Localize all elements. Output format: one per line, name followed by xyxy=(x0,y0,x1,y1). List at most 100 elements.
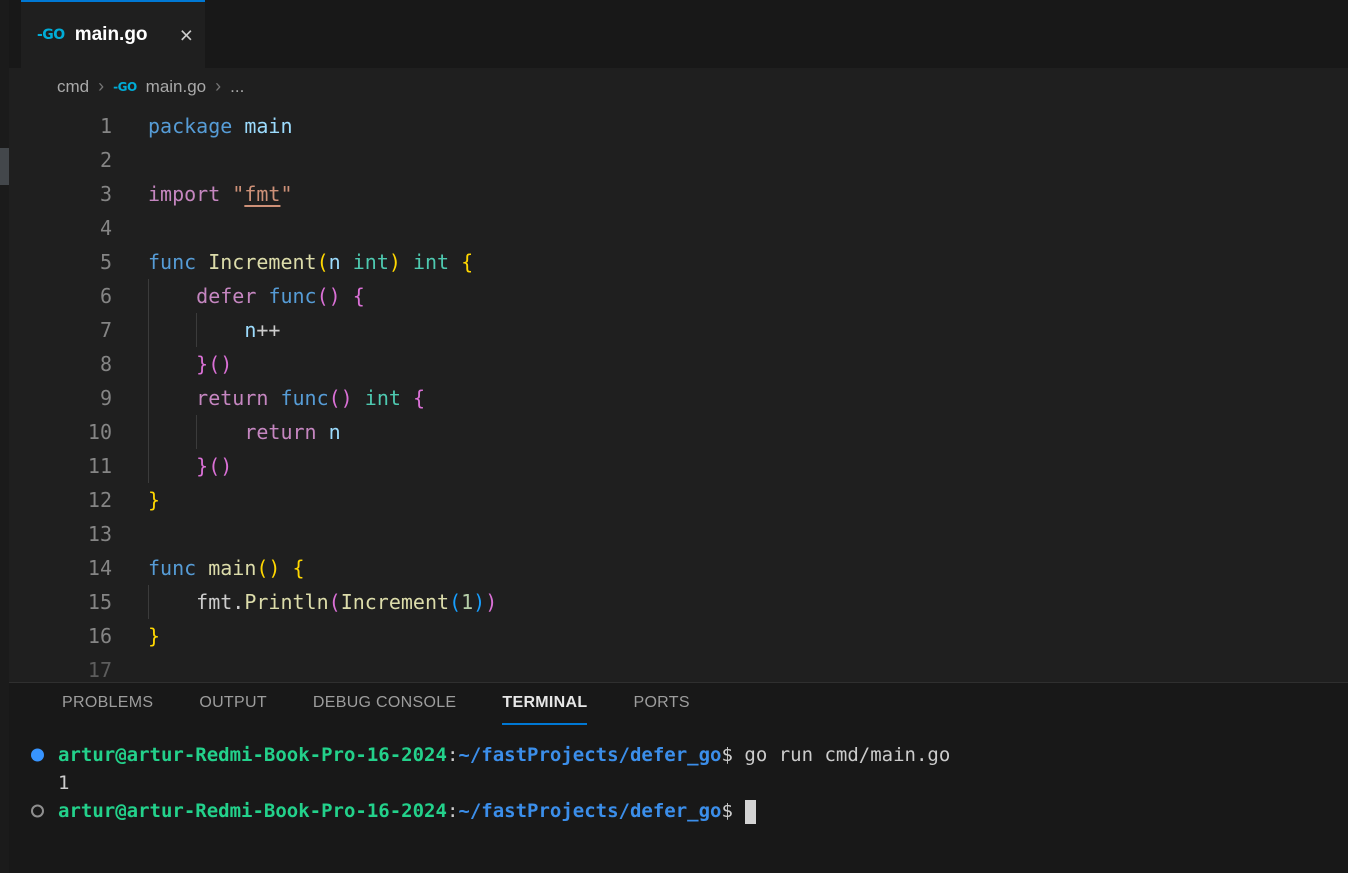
line-number[interactable]: 12 xyxy=(0,483,112,517)
go-file-icon: -GO xyxy=(113,79,137,94)
line-number[interactable]: 17 xyxy=(0,653,112,682)
line-number[interactable]: 15 xyxy=(0,585,112,619)
terminal[interactable]: artur@artur-Redmi-Book-Pro-16-2024:~/fas… xyxy=(0,725,1348,825)
terminal-line[interactable]: 1 xyxy=(0,769,1348,797)
code-text: } xyxy=(148,483,160,517)
code-token: Increment xyxy=(208,250,317,274)
code-text: defer func() { xyxy=(148,279,365,313)
command-decoration-icon[interactable] xyxy=(31,748,44,762)
code-token: ( xyxy=(316,250,329,274)
code-text: return n xyxy=(148,415,341,449)
line-number[interactable]: 8 xyxy=(0,347,112,381)
code-line[interactable]: 12} xyxy=(0,483,1348,517)
terminal-line[interactable]: artur@artur-Redmi-Book-Pro-16-2024:~/fas… xyxy=(0,797,1348,825)
code-token: " xyxy=(232,182,245,206)
terminal-text: : xyxy=(446,800,459,822)
terminal-text: ~/fastProjects/defer_go xyxy=(458,800,722,822)
panel-tab-debug-console[interactable]: DEBUG CONSOLE xyxy=(313,683,457,725)
vscode-window: -GO main.go × cmd › -GO main.go › ... 1 p… xyxy=(0,0,1348,873)
sash-handle[interactable] xyxy=(0,148,9,185)
breadcrumb: cmd › -GO main.go › ... xyxy=(0,68,1348,105)
terminal-text: artur@artur-Redmi-Book-Pro-16-2024 xyxy=(58,744,447,766)
code-line[interactable]: 9 return func() int { xyxy=(0,381,1348,415)
code-line[interactable]: 7 n++ xyxy=(0,313,1348,347)
code-line[interactable]: 4 xyxy=(0,211,1348,245)
line-number[interactable]: 1 xyxy=(0,109,112,143)
bottom-panel: PROBLEMS OUTPUT DEBUG CONSOLE TERMINAL PORTS… xyxy=(0,682,1348,873)
code-line[interactable]: 8 }() xyxy=(0,347,1348,381)
close-icon[interactable]: × xyxy=(180,23,193,47)
code-text: import "fmt" xyxy=(148,177,293,211)
panel-tab-ports[interactable]: PORTS xyxy=(633,683,689,725)
code-token: n xyxy=(244,318,257,342)
panel-tab-terminal[interactable]: TERMINAL xyxy=(502,683,588,725)
code-token: . xyxy=(232,590,245,614)
code-line[interactable]: 1 package main xyxy=(0,109,1348,143)
tab-label: main.go xyxy=(74,24,148,45)
code-line[interactable]: 14 func main() { xyxy=(0,551,1348,585)
panel-tab-problems[interactable]: PROBLEMS xyxy=(62,683,153,725)
code-token: defer xyxy=(196,284,257,308)
line-number[interactable]: 6 xyxy=(0,279,112,313)
terminal-line[interactable]: artur@artur-Redmi-Book-Pro-16-2024:~/fas… xyxy=(0,741,1348,769)
code-token: fmt xyxy=(244,182,281,206)
line-number[interactable]: 3 xyxy=(0,177,112,211)
code-line[interactable]: 17 xyxy=(0,653,1348,682)
code-line[interactable]: 16} xyxy=(0,619,1348,653)
code-line[interactable]: 13 xyxy=(0,517,1348,551)
code-text: func Increment(n int) int { xyxy=(148,245,473,279)
code-line[interactable]: 2 xyxy=(0,143,1348,177)
code-token: } xyxy=(148,488,161,512)
code-token: ) xyxy=(473,590,486,614)
code-token: } xyxy=(148,624,161,648)
code-line[interactable]: 5 func Increment(n int) int { xyxy=(0,245,1348,279)
go-file-icon: -GO xyxy=(37,27,65,43)
code-token: func xyxy=(148,556,197,580)
command-decoration-icon[interactable] xyxy=(31,804,44,818)
breadcrumb-item-file[interactable]: main.go xyxy=(146,77,206,97)
code-line[interactable]: 6 defer func() { xyxy=(0,279,1348,313)
line-number[interactable]: 14 xyxy=(0,551,112,585)
code-token: return xyxy=(244,420,317,444)
line-number[interactable]: 16 xyxy=(0,619,112,653)
line-number[interactable]: 10 xyxy=(0,415,112,449)
panel-tab-output[interactable]: OUTPUT xyxy=(199,683,267,725)
code-line[interactable]: 11 }() xyxy=(0,449,1348,483)
line-number[interactable]: 9 xyxy=(0,381,112,415)
code-token: package xyxy=(148,114,233,138)
breadcrumb-item-symbols[interactable]: ... xyxy=(230,77,244,97)
code-editor[interactable]: 1 package main 2 3 import "fmt" 4 5 func Increm… xyxy=(0,105,1348,682)
code-text: n++ xyxy=(148,313,280,347)
terminal-text: artur@artur-Redmi-Book-Pro-16-2024 xyxy=(58,800,447,822)
line-number[interactable]: 2 xyxy=(0,143,112,177)
line-number[interactable]: 13 xyxy=(0,517,112,551)
code-token: ( xyxy=(449,590,462,614)
terminal-cursor xyxy=(745,799,757,824)
code-line[interactable]: 15 fmt.Println(Increment(1)) xyxy=(0,585,1348,619)
code-token: import xyxy=(148,182,221,206)
breadcrumb-item-folder[interactable]: cmd xyxy=(57,77,89,97)
tab-main-go[interactable]: -GO main.go × xyxy=(21,0,205,68)
indent-guide xyxy=(148,449,149,483)
code-line[interactable]: 3 import "fmt" xyxy=(0,177,1348,211)
code-token: ++ xyxy=(256,318,281,342)
code-line[interactable]: 10 return n xyxy=(0,415,1348,449)
line-number[interactable]: 7 xyxy=(0,313,112,347)
code-text: func main() { xyxy=(148,551,305,585)
terminal-text: go run cmd/main.go xyxy=(732,744,951,766)
line-number[interactable]: 5 xyxy=(0,245,112,279)
line-number[interactable]: 4 xyxy=(0,211,112,245)
indent-guide xyxy=(148,279,149,313)
line-number[interactable]: 11 xyxy=(0,449,112,483)
indent-guide xyxy=(148,415,149,449)
